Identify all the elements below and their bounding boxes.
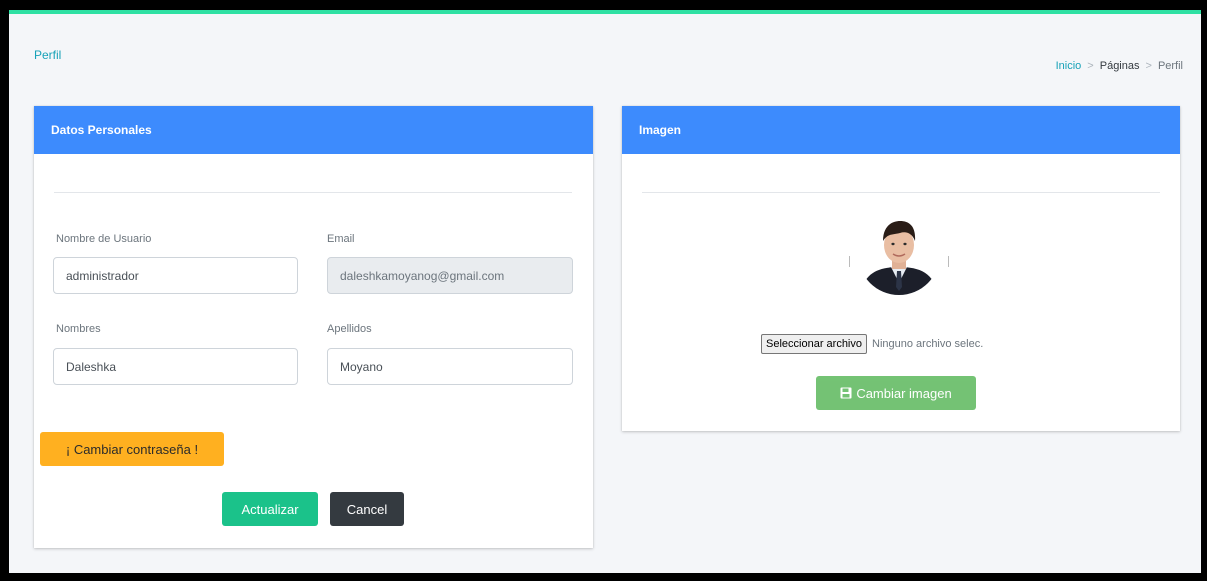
image-card: Imagen Seleccionar archivo Ninguno archi… bbox=[622, 106, 1180, 431]
file-status: Ninguno archivo selec. bbox=[872, 338, 984, 350]
avatar-photo bbox=[858, 213, 940, 295]
change-password-button[interactable]: ¡ Cambiar contraseña ! bbox=[40, 432, 224, 466]
floppy-disk-icon bbox=[840, 387, 852, 399]
lastnames-input[interactable] bbox=[327, 348, 573, 385]
personal-data-card: Datos Personales Nombre de Usuario Email… bbox=[34, 106, 593, 548]
page-title: Perfil bbox=[34, 48, 62, 62]
change-image-button[interactable]: Cambiar imagen bbox=[816, 376, 976, 410]
choose-file-button[interactable]: Seleccionar archivo bbox=[761, 334, 867, 354]
breadcrumb-separator: > bbox=[1087, 60, 1094, 72]
breadcrumb-current: Perfil bbox=[1157, 60, 1183, 72]
cancel-button[interactable]: Cancel bbox=[330, 492, 404, 526]
email-input bbox=[327, 257, 573, 294]
update-button[interactable]: Actualizar bbox=[222, 492, 318, 526]
username-input[interactable] bbox=[53, 257, 298, 294]
divider bbox=[642, 192, 1160, 193]
file-picker: Seleccionar archivo Ninguno archivo sele… bbox=[761, 334, 983, 354]
change-image-label: Cambiar imagen bbox=[856, 385, 952, 401]
image-header: Imagen bbox=[622, 106, 1180, 154]
breadcrumb-home[interactable]: Inicio bbox=[1056, 60, 1082, 72]
profile-page: Perfil Inicio > Páginas > Perfil Datos P… bbox=[9, 10, 1201, 573]
names-label: Nombres bbox=[56, 323, 101, 335]
email-label: Email bbox=[327, 233, 355, 245]
lastnames-label: Apellidos bbox=[327, 323, 372, 335]
divider bbox=[54, 192, 572, 193]
breadcrumb-pages[interactable]: Páginas bbox=[1100, 60, 1140, 72]
breadcrumb: Inicio > Páginas > Perfil bbox=[1056, 60, 1183, 72]
personal-data-header: Datos Personales bbox=[34, 106, 593, 154]
profile-avatar bbox=[849, 213, 949, 313]
names-input[interactable] bbox=[53, 348, 298, 385]
breadcrumb-separator: > bbox=[1145, 60, 1152, 72]
username-label: Nombre de Usuario bbox=[56, 233, 152, 245]
